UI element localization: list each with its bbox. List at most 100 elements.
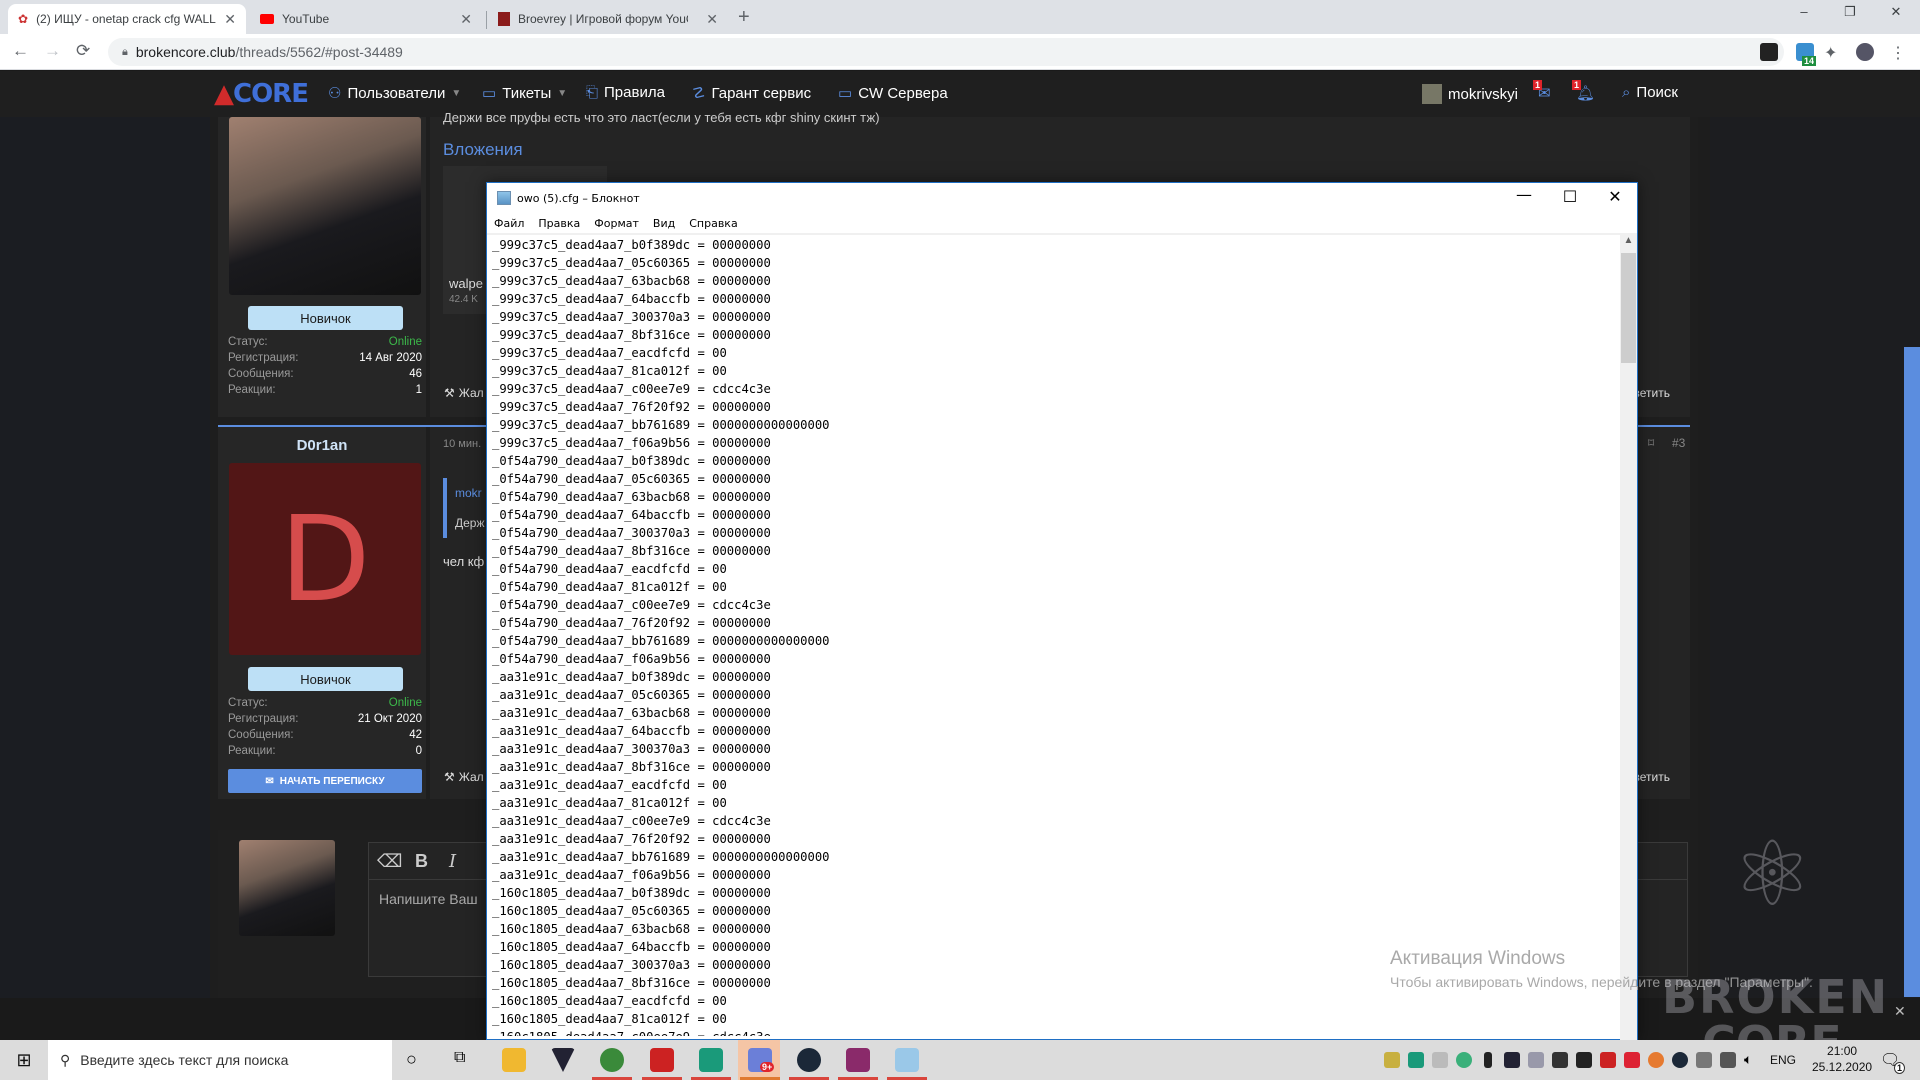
taskbar-clock[interactable]: 21:00 25.12.2020 — [1812, 1043, 1872, 1075]
lock-tray-icon[interactable] — [1624, 1052, 1640, 1068]
extension-icon[interactable] — [1760, 43, 1778, 61]
start-button[interactable]: ⊞ — [0, 1040, 48, 1080]
site-logo[interactable]: ▲CORE — [214, 79, 309, 109]
quote-author[interactable]: mokr — [455, 486, 482, 500]
post2-time[interactable]: 10 мин. — [443, 438, 481, 450]
nav-guarantee[interactable]: ☡ Гарант сервис — [692, 84, 811, 103]
shield-tray-icon[interactable] — [1408, 1052, 1424, 1068]
nav-users[interactable]: ⚇ Пользователи ▼ — [328, 84, 461, 103]
menu-kebab-icon[interactable]: ⋮ — [1890, 43, 1908, 62]
task-view-icon[interactable]: ⧉ — [454, 1049, 465, 1067]
address-bar[interactable]: 🔒︎ brokencore.club/threads/5562/#post-34… — [108, 38, 1784, 66]
origin-tray-icon[interactable] — [1648, 1052, 1664, 1068]
hash-app-icon[interactable] — [699, 1048, 723, 1072]
close-tab-icon[interactable]: ✕ — [224, 11, 236, 28]
steam-tray-icon[interactable] — [1672, 1052, 1688, 1068]
post-number[interactable]: #3 — [1672, 436, 1685, 450]
post1-text: Держи все пруфы есть что это ласт(если у… — [443, 110, 880, 125]
nav-rules[interactable]: ⎗ Правила — [586, 84, 665, 101]
close-tab-icon[interactable]: ✕ — [706, 11, 718, 28]
user-menu[interactable]: mokrivskyi — [1422, 84, 1518, 104]
notepad-line: _0f54a790_dead4aa7_76f20f92 = 00000000 — [492, 616, 771, 630]
report-label: Жал — [458, 770, 484, 784]
search-button[interactable]: ⌕ Поиск — [1622, 84, 1678, 101]
winrar-icon[interactable] — [846, 1048, 870, 1072]
window-minimize-button[interactable]: – — [1784, 4, 1824, 19]
notepad-scrollbar[interactable]: ▲ — [1620, 235, 1637, 1040]
window-restore-button[interactable]: ❐ — [1830, 4, 1870, 20]
tab-broevrey[interactable]: Broevrey | Игровой форум YouG ✕ — [488, 4, 728, 34]
santa-hat-icon: ▲ — [214, 79, 234, 109]
tab-youtube[interactable]: YouTube ✕ — [250, 4, 482, 34]
network-tray-icon[interactable] — [1720, 1052, 1736, 1068]
notepad-line: _160c1805_dead4aa7_63bacb68 = 00000000 — [492, 922, 771, 936]
profile-avatar[interactable] — [1856, 43, 1874, 61]
extensions-puzzle-icon[interactable]: ✦ — [1824, 43, 1842, 62]
reload-button[interactable]: ⟳ — [76, 41, 90, 61]
notepad-line: _0f54a790_dead4aa7_64baccfb = 00000000 — [492, 508, 771, 522]
chrome-icon[interactable] — [600, 1048, 624, 1072]
steam-icon[interactable] — [797, 1048, 821, 1072]
overlay-close-icon[interactable]: ✕ — [1894, 1004, 1906, 1020]
notepad-line: _160c1805_dead4aa7_b0f389dc = 00000000 — [492, 886, 771, 900]
back-button[interactable]: ← — [12, 41, 29, 61]
cortana-icon[interactable]: ○ — [406, 1049, 417, 1070]
menu-edit[interactable]: Правка — [538, 217, 580, 230]
post1-report-button[interactable]: ⚒ Жал — [444, 386, 484, 400]
window-close-button[interactable]: ✕ — [1876, 4, 1916, 20]
tab-brokencore[interactable]: ✿ (2) ИЩУ - onetap crack cfg WALL ✕ — [8, 4, 246, 34]
microphone-tray-icon[interactable] — [1484, 1052, 1492, 1068]
bold-button[interactable]: B — [415, 851, 428, 872]
notepad-minimize-button[interactable]: — — [1504, 185, 1544, 204]
nav-tickets[interactable]: ▭ Тикеты ▼ — [482, 84, 567, 103]
eraser-icon[interactable]: ⌫ — [377, 851, 402, 872]
notepad-line: _999c37c5_dead4aa7_c00ee7e9 = cdcc4c3e — [492, 382, 771, 396]
italic-button[interactable]: I — [449, 851, 456, 872]
post2-avatar[interactable]: D — [229, 463, 421, 655]
volume-icon[interactable]: 🔈︎ — [1744, 1051, 1752, 1068]
post2-report-button[interactable]: ⚒ Жал — [444, 770, 484, 784]
green-circle-tray-icon[interactable] — [1456, 1052, 1472, 1068]
notepad-icon[interactable] — [895, 1048, 919, 1072]
attachment-name: walpe — [449, 276, 483, 291]
forward-button[interactable]: → — [44, 41, 61, 61]
network-adapter-tray-icon[interactable] — [1696, 1052, 1712, 1068]
notepad-titlebar[interactable]: owo (5).cfg – Блокнот — [487, 183, 1637, 213]
notepad-text-area[interactable]: _999c37c5_dead4aa7_b0f389dc = 00000000 _9… — [492, 236, 1612, 1036]
menu-view[interactable]: Вид — [653, 217, 675, 230]
plane-tray-icon[interactable] — [1432, 1052, 1448, 1068]
scrollbar-thumb[interactable] — [1621, 253, 1636, 363]
menu-help[interactable]: Справка — [689, 217, 737, 230]
feather-tray-icon[interactable] — [1528, 1052, 1544, 1068]
vpn-icon[interactable] — [551, 1048, 575, 1072]
language-indicator[interactable]: ENG — [1770, 1053, 1796, 1067]
post1-avatar[interactable] — [229, 117, 421, 295]
taskbar-search[interactable]: ⚲ Введите здесь текст для поиска — [48, 1040, 392, 1080]
notepad-maximize-button[interactable]: ☐ — [1550, 187, 1590, 206]
post1-stat-registration: Регистрация: 14 Авг 2020 — [228, 352, 422, 364]
menu-file[interactable]: Файл — [494, 217, 524, 230]
menu-format[interactable]: Формат — [594, 217, 639, 230]
notepad-line: _999c37c5_dead4aa7_05c60365 = 00000000 — [492, 256, 771, 270]
file-explorer-icon[interactable] — [502, 1048, 526, 1072]
mail-tray-icon[interactable] — [1384, 1052, 1400, 1068]
new-tab-button[interactable]: + — [738, 6, 750, 29]
taskbar-search-placeholder: Введите здесь текст для поиска — [80, 1052, 289, 1068]
close-tab-icon[interactable]: ✕ — [460, 11, 472, 28]
bloody-icon[interactable] — [650, 1048, 674, 1072]
nav-cw-servers[interactable]: ▭ CW Сервера — [838, 84, 948, 103]
bookmark-icon[interactable]: ⌑ — [1648, 436, 1654, 450]
defender-tray-icon[interactable] — [1552, 1052, 1568, 1068]
attachment-size: 42.4 K — [449, 294, 478, 305]
post2-username[interactable]: D0r1an — [218, 437, 426, 454]
notepad-line: _aa31e91c_dead4aa7_64baccfb = 00000000 — [492, 724, 771, 738]
user-avatar — [1422, 84, 1442, 104]
vpn-tray-icon[interactable] — [1504, 1052, 1520, 1068]
nav-label: CW Сервера — [858, 84, 948, 102]
notepad-close-button[interactable]: ✕ — [1595, 187, 1635, 206]
notepad-line: _999c37c5_dead4aa7_76f20f92 = 00000000 — [492, 400, 771, 414]
bloody-tray-icon[interactable] — [1600, 1052, 1616, 1068]
start-conversation-button[interactable]: ✉ НАЧАТЬ ПЕРЕПИСКУ — [228, 769, 422, 793]
scroll-up-icon[interactable]: ▲ — [1620, 235, 1637, 246]
epic-games-tray-icon[interactable] — [1576, 1052, 1592, 1068]
